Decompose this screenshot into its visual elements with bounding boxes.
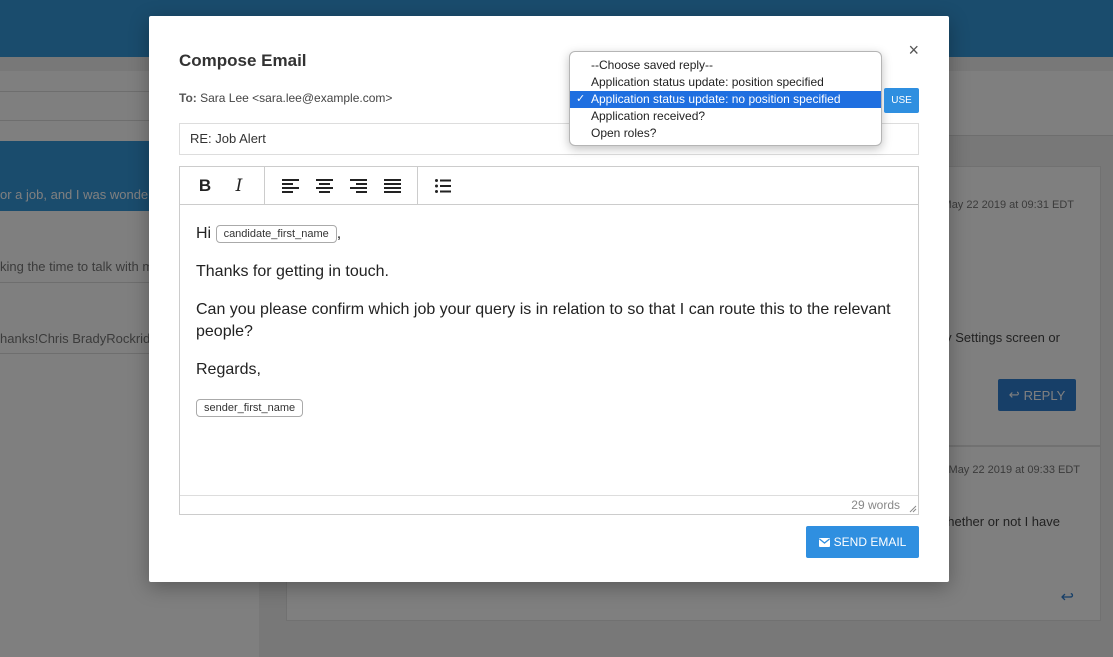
- recipient-line: To: Sara Lee <sara.lee@example.com>: [179, 91, 392, 105]
- saved-reply-option-selected[interactable]: ✓ Application status update: no position…: [570, 91, 881, 108]
- italic-button[interactable]: I: [222, 168, 256, 204]
- bold-button[interactable]: B: [188, 168, 222, 204]
- align-center-button[interactable]: [307, 168, 341, 204]
- modal-title: Compose Email: [179, 51, 307, 70]
- email-editor: B I Hi candidate_first_name , Thanks for…: [179, 166, 919, 515]
- saved-reply-option[interactable]: --Choose saved reply--: [570, 57, 881, 74]
- word-count: 29 words: [180, 495, 918, 514]
- align-left-icon: [281, 178, 299, 193]
- editor-content[interactable]: Hi candidate_first_name, Thanks for gett…: [180, 205, 918, 495]
- saved-reply-dropdown[interactable]: --Choose saved reply-- Application statu…: [569, 51, 882, 146]
- sender-placeholder-tag: sender_first_name: [196, 398, 304, 417]
- saved-reply-option[interactable]: Application status update: position spec…: [570, 74, 881, 91]
- saved-reply-option[interactable]: Application received?: [570, 108, 881, 125]
- align-right-button[interactable]: [341, 168, 375, 204]
- use-saved-reply-button[interactable]: USE: [884, 88, 919, 113]
- align-right-icon: [349, 178, 367, 193]
- greeting-line: Hi candidate_first_name,: [196, 224, 342, 243]
- recipient-value: Sara Lee <sara.lee@example.com>: [200, 91, 393, 105]
- justify-icon: [383, 178, 401, 193]
- send-email-button[interactable]: SEND EMAIL: [806, 526, 919, 558]
- body-paragraph: Can you please confirm which job your qu…: [196, 301, 891, 340]
- align-left-button[interactable]: [273, 168, 307, 204]
- editor-toolbar: B I: [180, 167, 918, 205]
- resize-handle-icon[interactable]: [909, 505, 917, 513]
- bullet-list-button[interactable]: [426, 168, 460, 204]
- envelope-icon: [818, 537, 830, 547]
- justify-button[interactable]: [375, 168, 409, 204]
- bullet-list-icon: [435, 178, 451, 193]
- body-paragraph: Thanks for getting in touch.: [196, 263, 389, 280]
- align-center-icon: [315, 178, 333, 193]
- to-label: To:: [179, 91, 197, 105]
- checkmark-icon: ✓: [576, 93, 586, 105]
- saved-reply-option[interactable]: Open roles?: [570, 125, 881, 142]
- candidate-placeholder-tag: candidate_first_name: [215, 224, 337, 243]
- closing-line: Regards,: [196, 361, 261, 378]
- close-icon[interactable]: ×: [908, 40, 919, 61]
